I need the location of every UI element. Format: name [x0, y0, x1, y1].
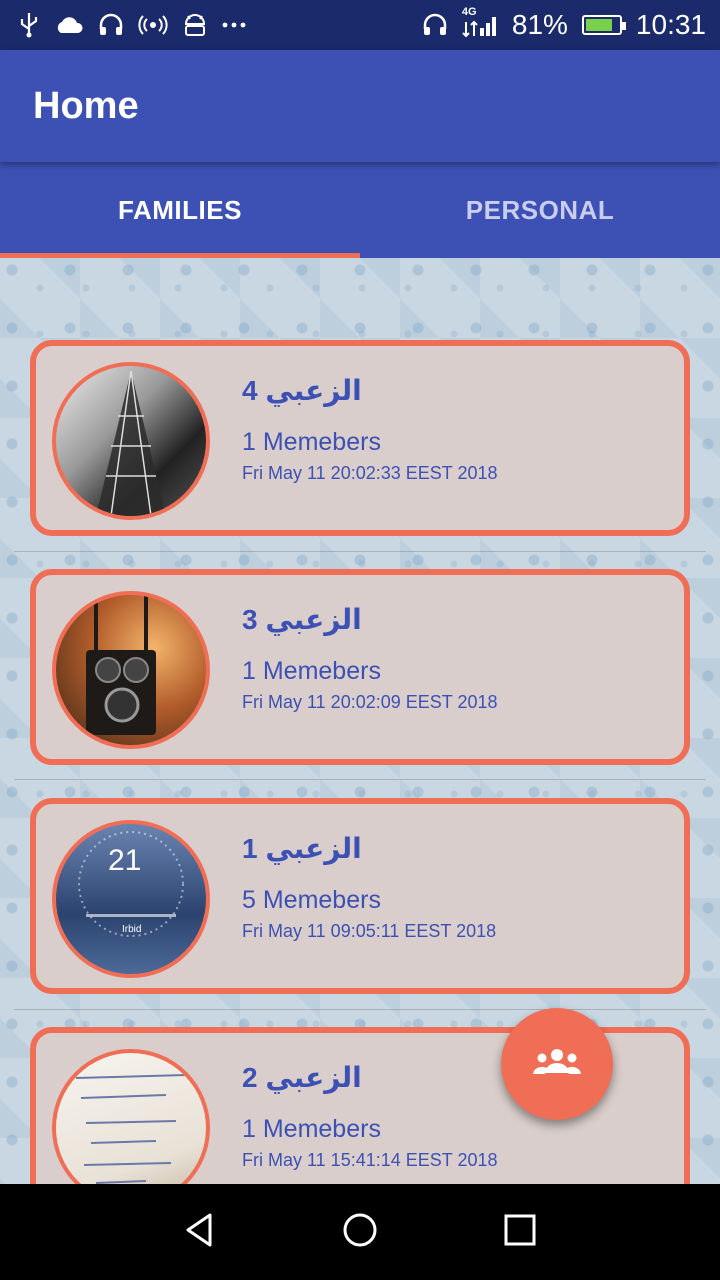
family-created-date: Fri May 11 20:02:33 EEST 2018 — [242, 463, 498, 483]
family-created-date: Fri May 11 20:02:09 EEST 2018 — [242, 692, 498, 712]
families-list[interactable]: الزعبي 4 1 Memebers Fri May 11 20:02:33 … — [0, 258, 720, 1184]
family-name: الزعبي 4 — [242, 375, 362, 406]
recents-icon — [500, 1210, 540, 1255]
system-nav-bar — [0, 1184, 720, 1280]
android-debug-icon — [182, 13, 208, 37]
family-members-count: 1 Memebers — [242, 657, 381, 685]
family-card[interactable]: الزعبي 4 1 Memebers Fri May 11 20:02:33 … — [30, 340, 690, 536]
list-divider — [14, 551, 706, 552]
network-type-label: 4G — [461, 6, 477, 18]
family-card[interactable]: 21 Irbid الزعبي 1 5 Memebers Fri May 11 … — [30, 798, 690, 994]
headset-icon — [98, 13, 124, 37]
app-bar: Home — [0, 50, 720, 162]
group-icon — [532, 1045, 582, 1084]
family-avatar — [52, 1049, 210, 1184]
family-members-count: 1 Memebers — [242, 428, 381, 456]
family-name: الزعبي 2 — [242, 1062, 362, 1093]
family-created-date: Fri May 11 15:41:14 EEST 2018 — [242, 1150, 498, 1170]
tab-personal[interactable]: PERSONAL — [360, 162, 720, 258]
weather-city: Irbid — [122, 924, 141, 935]
add-family-button[interactable] — [501, 1008, 613, 1120]
family-members-count: 1 Memebers — [242, 1115, 381, 1143]
tab-families[interactable]: FAMILIES — [0, 162, 360, 258]
family-avatar — [52, 362, 210, 520]
cloud-icon — [54, 15, 84, 35]
family-name: الزعبي 3 — [242, 604, 362, 635]
weather-temperature: 21 — [108, 844, 141, 877]
status-bar-right: 4G 81% 10:31 — [422, 6, 706, 41]
home-icon — [340, 1210, 380, 1255]
tab-bar: FAMILIES PERSONAL — [0, 162, 720, 258]
more-dots-icon — [222, 21, 246, 29]
back-button[interactable] — [165, 1197, 235, 1267]
family-name: الزعبي 1 — [242, 833, 362, 864]
family-avatar: 21 Irbid — [52, 820, 210, 978]
page-title: Home — [33, 85, 139, 127]
clock: 10:31 — [635, 9, 706, 40]
recents-button[interactable] — [485, 1197, 555, 1267]
back-icon — [180, 1210, 220, 1255]
status-bar: 4G 81% 10:31 — [0, 0, 720, 50]
list-divider — [14, 779, 706, 780]
family-avatar — [52, 591, 210, 749]
usb-icon — [18, 12, 40, 38]
family-members-count: 5 Memebers — [242, 886, 381, 914]
battery-percent: 81% — [511, 9, 568, 40]
status-bar-left — [18, 12, 246, 38]
headset-icon — [422, 13, 448, 37]
family-created-date: Fri May 11 09:05:11 EEST 2018 — [242, 921, 497, 941]
signal-icon: 4G — [462, 6, 498, 38]
hotspot-icon — [138, 13, 168, 37]
family-card[interactable]: الزعبي 3 1 Memebers Fri May 11 20:02:09 … — [30, 569, 690, 765]
battery-icon — [581, 15, 626, 35]
list-divider — [14, 1009, 706, 1010]
battery-level — [585, 19, 612, 31]
home-button[interactable] — [325, 1197, 395, 1267]
